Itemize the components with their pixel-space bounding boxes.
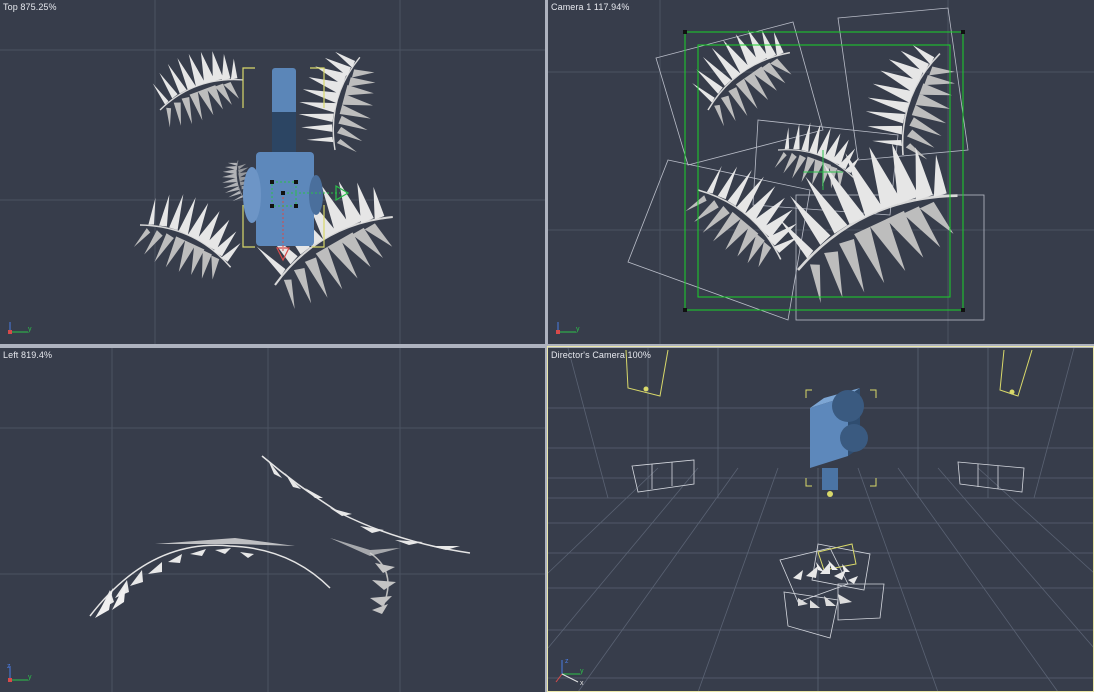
director-fronds-cluster <box>779 543 885 639</box>
axis-gizmo-icon: y z <box>7 663 32 682</box>
spotlight-icon <box>625 349 1033 397</box>
svg-text:z: z <box>7 663 11 670</box>
director-view-scene[interactable] <box>548 348 1094 692</box>
svg-text:x: x <box>580 680 584 686</box>
camera1-palm-fronds <box>678 11 980 316</box>
viewport-camera1[interactable]: Camera 1 117.94% y <box>548 0 1094 344</box>
left-grid <box>0 348 545 692</box>
top-view-scene[interactable] <box>0 0 545 344</box>
viewport-divider-horizontal[interactable] <box>0 344 1094 348</box>
viewport-label-top: Top 875.25% <box>3 2 57 12</box>
viewport-label-camera1: Camera 1 117.94% <box>551 2 630 12</box>
left-palm-fronds-side <box>89 455 471 618</box>
axis-gizmo-icon: y <box>556 322 580 334</box>
svg-text:z: z <box>565 658 569 665</box>
director-floor-grid <box>548 348 1094 692</box>
axis-gizmo-icon: y z x <box>555 658 584 686</box>
viewport-left[interactable]: Left 819.4% y z <box>0 348 545 692</box>
viewport-top[interactable]: Top 875.25% y <box>0 0 545 344</box>
camera1-view-scene[interactable] <box>548 0 1094 344</box>
svg-text:y: y <box>580 668 584 675</box>
svg-text:y: y <box>28 326 32 333</box>
viewport-label-left: Left 819.4% <box>3 350 53 360</box>
viewport-label-director: Director's Camera 100% <box>551 350 651 360</box>
svg-text:y: y <box>28 674 32 681</box>
svg-text:y: y <box>576 326 580 333</box>
viewport-director[interactable]: Director's Camera 100% y z x <box>548 348 1094 692</box>
axis-gizmo-icon: y <box>8 322 32 334</box>
camera-model-icon <box>810 388 868 497</box>
left-view-scene[interactable] <box>0 348 545 692</box>
top-camera-model <box>243 68 323 246</box>
